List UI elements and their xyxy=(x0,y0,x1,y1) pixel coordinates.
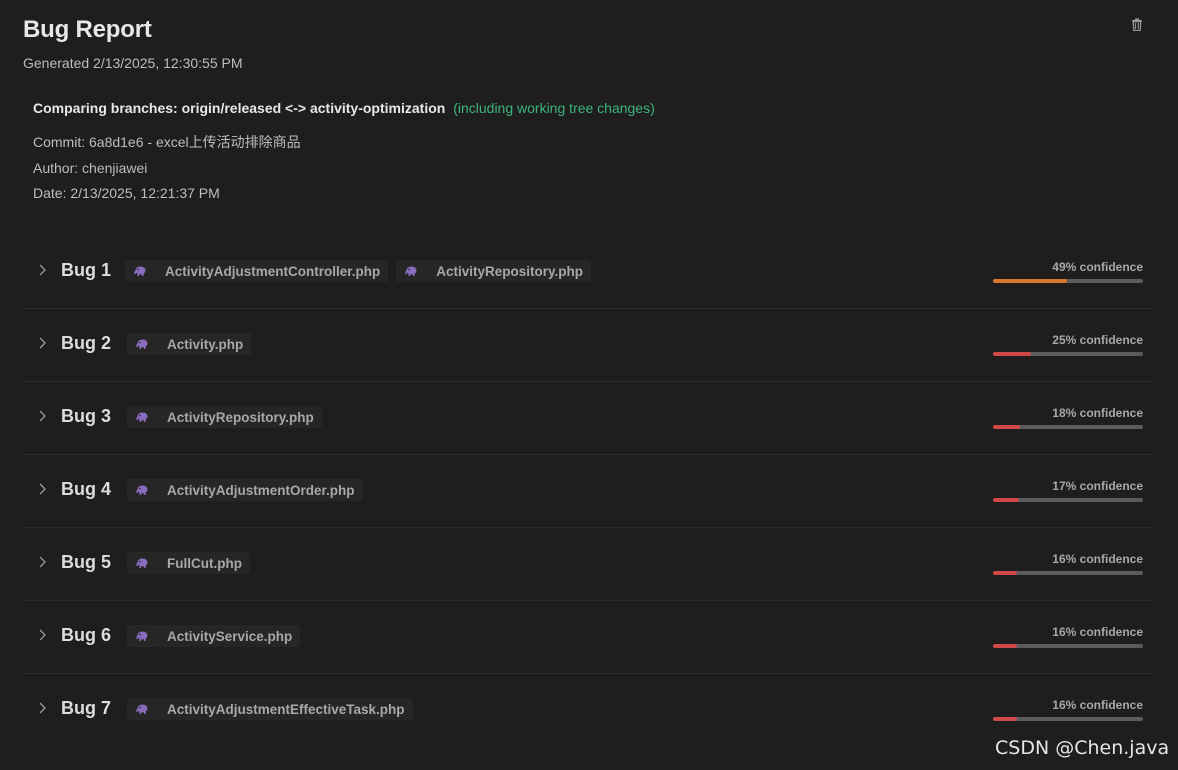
file-name: FullCut.php xyxy=(167,555,242,571)
generated-timestamp: Generated 2/13/2025, 12:30:55 PM xyxy=(23,55,243,71)
file-name: ActivityService.php xyxy=(167,628,293,644)
confidence-bar xyxy=(993,352,1143,356)
file-chip[interactable]: ActivityService.php xyxy=(127,625,301,647)
bug-row[interactable]: Bug 2 Activity.php 25% confidence xyxy=(23,309,1153,382)
delete-report-button[interactable] xyxy=(1129,18,1145,36)
confidence-meter: 16% confidence xyxy=(993,552,1143,575)
bug-row[interactable]: Bug 7 ActivityAdjustmentEffectiveTask.php… xyxy=(23,674,1153,746)
bug-title: Bug 3 xyxy=(61,406,112,426)
page-title: Bug Report xyxy=(23,16,152,43)
chevron-right-icon[interactable] xyxy=(37,555,49,569)
bug-row[interactable]: Bug 6 ActivityService.php 16% confidence xyxy=(23,601,1153,674)
confidence-bar xyxy=(993,717,1143,721)
confidence-bar xyxy=(993,498,1143,502)
confidence-bar-fill xyxy=(993,717,1017,721)
confidence-label: 49% confidence xyxy=(1052,260,1143,274)
date-line: Date: 2/13/2025, 12:21:37 PM xyxy=(33,185,220,201)
chevron-right-icon[interactable] xyxy=(37,628,49,642)
file-chip[interactable]: ActivityAdjustmentController.php xyxy=(125,260,389,282)
chevron-right-icon[interactable] xyxy=(37,482,49,496)
confidence-bar xyxy=(993,279,1143,283)
php-elephant-icon xyxy=(135,703,149,715)
confidence-meter: 16% confidence xyxy=(993,625,1143,648)
confidence-label: 16% confidence xyxy=(1052,625,1143,639)
confidence-meter: 16% confidence xyxy=(993,698,1143,721)
watermark: CSDN @Chen.java xyxy=(995,737,1170,759)
chevron-right-icon[interactable] xyxy=(37,263,49,277)
bug-list: Bug 1 ActivityAdjustmentController.php Act… xyxy=(23,236,1153,746)
confidence-bar xyxy=(993,571,1143,575)
bug-row[interactable]: Bug 1 ActivityAdjustmentController.php Act… xyxy=(23,236,1153,309)
file-name: ActivityAdjustmentOrder.php xyxy=(167,482,355,498)
file-chip[interactable]: ActivityAdjustmentEffectiveTask.php xyxy=(127,698,413,720)
branch-comparison: Comparing branches: origin/released <-> … xyxy=(33,100,655,116)
file-name: Activity.php xyxy=(167,336,244,352)
file-chips: Activity.php xyxy=(127,333,252,355)
confidence-meter: 18% confidence xyxy=(993,406,1143,429)
file-chip[interactable]: FullCut.php xyxy=(127,552,250,574)
confidence-label: 16% confidence xyxy=(1052,552,1143,566)
bug-title: Bug 5 xyxy=(61,552,112,572)
php-elephant-icon xyxy=(133,265,147,277)
bug-row[interactable]: Bug 5 FullCut.php 16% confidence xyxy=(23,528,1153,601)
bug-row[interactable]: Bug 4 ActivityAdjustmentOrder.php 17% conf… xyxy=(23,455,1153,528)
file-chip[interactable]: ActivityAdjustmentOrder.php xyxy=(127,479,363,501)
branch-names: Comparing branches: origin/released <-> … xyxy=(33,100,446,116)
file-chips: ActivityAdjustmentController.php Activity… xyxy=(125,260,592,282)
php-elephant-icon xyxy=(135,557,149,569)
bug-title: Bug 4 xyxy=(61,479,112,499)
report-header: Bug Report Generated 2/13/2025, 12:30:55… xyxy=(23,16,243,71)
confidence-label: 25% confidence xyxy=(1052,333,1143,347)
file-chips: ActivityRepository.php xyxy=(127,406,322,428)
file-chip[interactable]: ActivityRepository.php xyxy=(396,260,592,282)
file-chip[interactable]: ActivityRepository.php xyxy=(127,406,322,428)
confidence-bar xyxy=(993,644,1143,648)
php-elephant-icon xyxy=(404,265,418,277)
commit-line: Commit: 6a8d1e6 - excel上传活动排除商品 xyxy=(33,134,301,150)
file-chips: ActivityAdjustmentOrder.php xyxy=(127,479,363,501)
confidence-label: 16% confidence xyxy=(1052,698,1143,712)
confidence-bar-fill xyxy=(993,425,1020,429)
bug-row[interactable]: Bug 3 ActivityRepository.php 18% confidenc… xyxy=(23,382,1153,455)
confidence-bar xyxy=(993,425,1143,429)
confidence-bar-fill xyxy=(993,498,1019,502)
confidence-label: 18% confidence xyxy=(1052,406,1143,420)
file-name: ActivityRepository.php xyxy=(436,263,584,279)
bug-title: Bug 7 xyxy=(61,698,112,718)
bug-title: Bug 2 xyxy=(61,333,112,353)
file-name: ActivityAdjustmentController.php xyxy=(165,263,381,279)
confidence-label: 17% confidence xyxy=(1052,479,1143,493)
confidence-meter: 25% confidence xyxy=(993,333,1143,356)
file-chips: ActivityService.php xyxy=(127,625,301,647)
confidence-meter: 49% confidence xyxy=(993,260,1143,283)
confidence-bar-fill xyxy=(993,279,1067,283)
chevron-right-icon[interactable] xyxy=(37,701,49,715)
chevron-right-icon[interactable] xyxy=(37,409,49,423)
bug-title: Bug 1 xyxy=(61,260,112,280)
file-chips: ActivityAdjustmentEffectiveTask.php xyxy=(127,698,413,720)
php-elephant-icon xyxy=(135,411,149,423)
confidence-meter: 17% confidence xyxy=(993,479,1143,502)
trash-icon xyxy=(1131,18,1143,36)
file-name: ActivityAdjustmentEffectiveTask.php xyxy=(167,701,405,717)
file-chips: FullCut.php xyxy=(127,552,250,574)
php-elephant-icon xyxy=(135,338,149,350)
author-line: Author: chenjiawei xyxy=(33,159,148,176)
comparison-info: Comparing branches: origin/released <-> … xyxy=(33,100,655,207)
confidence-bar-fill xyxy=(993,644,1017,648)
file-chip[interactable]: Activity.php xyxy=(127,333,252,355)
chevron-right-icon[interactable] xyxy=(37,336,49,350)
bug-title: Bug 6 xyxy=(61,625,112,645)
confidence-bar-fill xyxy=(993,352,1031,356)
working-tree-note: (including working tree changes) xyxy=(453,100,655,116)
php-elephant-icon xyxy=(135,484,149,496)
file-name: ActivityRepository.php xyxy=(167,409,314,425)
confidence-bar-fill xyxy=(993,571,1017,575)
php-elephant-icon xyxy=(135,630,149,642)
